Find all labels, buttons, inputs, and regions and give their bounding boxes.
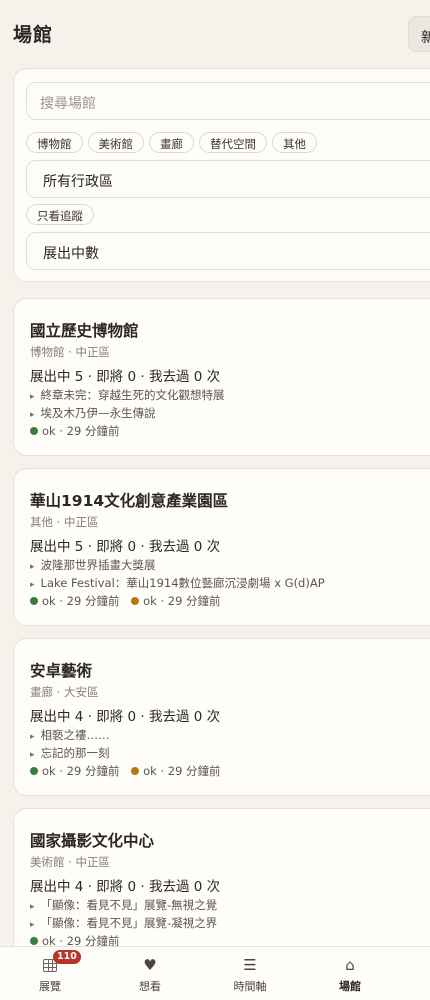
source-status: ok · 29 分鐘前 bbox=[131, 593, 221, 609]
venue-exhibit-list: 波隆那世界插畫大獎展 Lake Festival：華山1914數位藝廊沉浸劇場 … bbox=[30, 557, 325, 593]
venue-exhibit-list: 相褻之褸…… 忘記的那一刻 bbox=[30, 727, 110, 763]
district-select[interactable]: 所有行政區 bbox=[26, 160, 430, 198]
exhibit-item: Lake Festival：華山1914數位藝廊沉浸劇場 x G(d)AP bbox=[30, 575, 325, 593]
source-status: ok · 29 分鐘前 bbox=[30, 593, 119, 609]
venue-stats: 展出中 5 · 即將 0 · 我去過 0 次 bbox=[30, 369, 221, 385]
venue-status: ok · 29 分鐘前 bbox=[30, 423, 127, 439]
category-chip-gallery[interactable]: 畫廊 bbox=[149, 132, 194, 153]
venue-name: 國立歷史博物館 bbox=[30, 322, 139, 340]
list-icon: ☰ bbox=[243, 956, 257, 974]
venue-stats: 展出中 4 · 即將 0 · 我去過 0 次 bbox=[30, 879, 221, 895]
source-status: ok · 29 分鐘前 bbox=[131, 763, 221, 779]
nav-item-timeline[interactable]: ☰ 時間軸 bbox=[200, 947, 300, 1000]
source-status: ok · 29 分鐘前 bbox=[30, 423, 119, 439]
venue-meta: 博物館 · 中正區 bbox=[30, 345, 110, 359]
category-chip-alternative-space[interactable]: 替代空間 bbox=[199, 132, 267, 153]
category-chip-museum[interactable]: 博物館 bbox=[26, 132, 83, 153]
exhibit-item: 波隆那世界插畫大獎展 bbox=[30, 557, 325, 575]
venue-stats: 展出中 5 · 即將 0 · 我去過 0 次 bbox=[30, 539, 221, 555]
source-status: ok · 29 分鐘前 bbox=[30, 763, 119, 779]
status-text: ok · 29 分鐘前 bbox=[42, 764, 120, 778]
category-chips: 博物館 美術館 畫廊 替代空間 其他 bbox=[26, 132, 322, 154]
status-dot bbox=[30, 597, 38, 605]
status-dot bbox=[30, 767, 38, 775]
status-text: ok · 29 分鐘前 bbox=[143, 764, 221, 778]
search-input[interactable]: 搜尋場館 bbox=[26, 82, 430, 120]
venue-card[interactable]: 安卓藝術 畫廊 · 大安區 展出中 4 · 即將 0 · 我去過 0 次 相褻之… bbox=[13, 638, 430, 796]
status-text: ok · 29 分鐘前 bbox=[143, 594, 221, 608]
status-text: ok · 29 分鐘前 bbox=[42, 424, 120, 438]
filter-card: 搜尋場館 博物館 美術館 畫廊 替代空間 其他 所有行政區 只看追蹤 展出中數 bbox=[13, 68, 430, 282]
header: 場館 新 bbox=[0, 0, 430, 64]
exhibition-count-badge: 110 bbox=[53, 950, 81, 964]
category-chip-art-museum[interactable]: 美術館 bbox=[87, 132, 144, 153]
category-chip-other[interactable]: 其他 bbox=[272, 132, 317, 153]
nav-item-exhibitions[interactable]: 110 展覽 bbox=[0, 947, 100, 1000]
venue-status: ok · 29 分鐘前 ok · 29 分鐘前 bbox=[30, 593, 229, 609]
venue-name: 國家攝影文化中心 bbox=[30, 832, 155, 850]
status-dot bbox=[30, 427, 38, 435]
sort-select[interactable]: 展出中數 bbox=[26, 232, 430, 270]
venue-meta: 其他 · 中正區 bbox=[30, 515, 99, 529]
nav-label: 時間軸 bbox=[233, 980, 267, 993]
status-dot bbox=[131, 597, 140, 605]
exhibit-item: 「顯像：看見不見」展覽-凝視之界 bbox=[30, 915, 218, 933]
nav-item-wishlist[interactable]: ♥ 想看 bbox=[100, 947, 200, 1000]
exhibit-item: 相褻之褸…… bbox=[30, 727, 110, 745]
exhibit-item: 埃及木乃伊—永生傳說 bbox=[30, 405, 225, 423]
page-title: 場館 bbox=[13, 24, 54, 46]
venues-page: 場館 新 搜尋場館 博物館 美術館 畫廊 替代空間 其他 所有行政區 只看追蹤 展出中數… bbox=[0, 0, 430, 1000]
exhibit-item: 終章未完：穿越生死的文化觀想特展 bbox=[30, 387, 225, 405]
exhibit-item: 「顯像：看見不見」展覽-無視之覺 bbox=[30, 897, 218, 915]
venue-exhibit-list: 「顯像：看見不見」展覽-無視之覺 「顯像：看見不見」展覽-凝視之界 bbox=[30, 897, 218, 933]
nav-item-venues[interactable]: ⌂ 場館 bbox=[300, 947, 400, 1000]
grid-icon bbox=[0, 954, 100, 976]
status-text: ok · 29 分鐘前 bbox=[42, 594, 120, 608]
heart-icon: ♥ bbox=[143, 956, 157, 974]
venue-status: ok · 29 分鐘前 ok · 29 分鐘前 bbox=[30, 763, 229, 779]
nav-label: 場館 bbox=[339, 980, 361, 993]
venue-card[interactable]: 國家攝影文化中心 美術館 · 中正區 展出中 4 · 即將 0 · 我去過 0 … bbox=[13, 808, 430, 966]
venue-exhibit-list: 終章未完：穿越生死的文化觀想特展 埃及木乃伊—永生傳說 bbox=[30, 387, 225, 423]
venue-name: 華山1914文化創意產業園區 bbox=[30, 492, 229, 510]
nav-label: 展覽 bbox=[39, 980, 61, 993]
venue-meta: 畫廊 · 大安區 bbox=[30, 685, 99, 699]
follow-only-toggle[interactable]: 只看追蹤 bbox=[26, 204, 94, 225]
status-dot bbox=[30, 937, 38, 945]
status-dot bbox=[131, 767, 140, 775]
new-button[interactable]: 新 bbox=[408, 16, 430, 52]
venue-meta: 美術館 · 中正區 bbox=[30, 855, 110, 869]
home-icon: ⌂ bbox=[345, 956, 355, 974]
venue-stats: 展出中 4 · 即將 0 · 我去過 0 次 bbox=[30, 709, 221, 725]
venue-card[interactable]: 華山1914文化創意產業園區 其他 · 中正區 展出中 5 · 即將 0 · 我… bbox=[13, 468, 430, 626]
venue-card[interactable]: 國立歷史博物館 博物館 · 中正區 展出中 5 · 即將 0 · 我去過 0 次… bbox=[13, 298, 430, 456]
exhibit-item: 忘記的那一刻 bbox=[30, 745, 110, 763]
nav-label: 想看 bbox=[139, 980, 161, 993]
bottom-nav: 110 展覽 ♥ 想看 ☰ 時間軸 ⌂ 場館 bbox=[0, 946, 430, 1000]
venue-name: 安卓藝術 bbox=[30, 662, 93, 680]
